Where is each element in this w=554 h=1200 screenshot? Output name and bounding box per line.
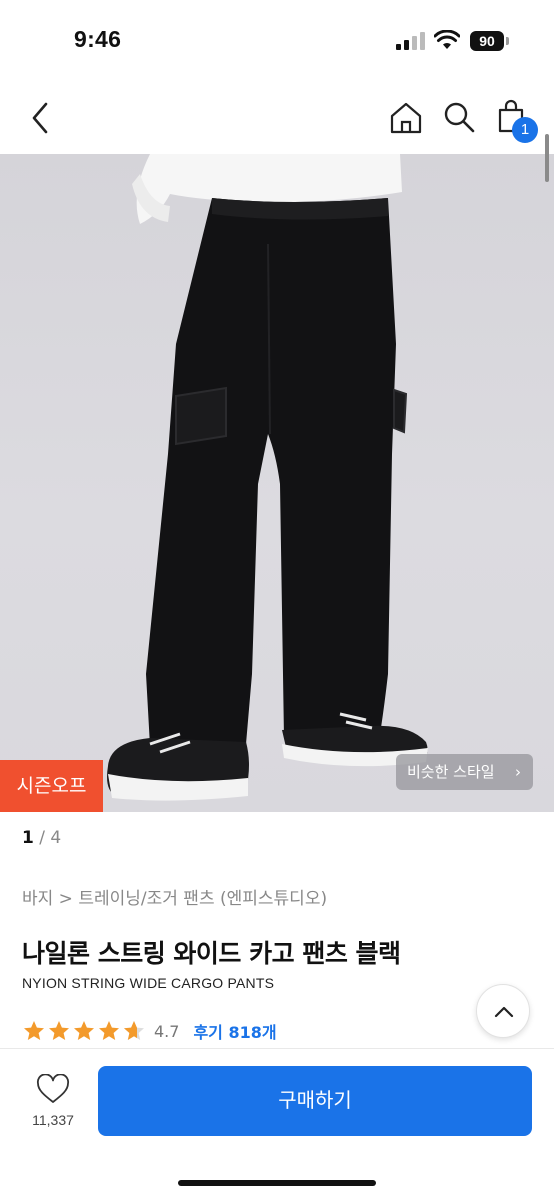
reviews-link[interactable]: 후기 818개 (193, 1019, 276, 1043)
star-icon (99, 1021, 119, 1040)
star-icon (74, 1021, 94, 1040)
scroll-to-top-button[interactable] (476, 984, 530, 1038)
like-count: 11,337 (32, 1112, 74, 1128)
search-icon[interactable] (442, 100, 476, 134)
battery-level: 90 (470, 31, 504, 51)
chevron-left-icon[interactable] (26, 100, 56, 136)
star-rating (22, 1019, 146, 1043)
home-indicator (178, 1180, 376, 1186)
product-title: 나일론 스트링 와이드 카고 팬츠 블랙 (22, 939, 401, 968)
buy-button[interactable]: 구매하기 (98, 1066, 532, 1136)
rating-value: 4.7 (154, 1021, 180, 1041)
wifi-icon (434, 30, 460, 49)
star-icon (24, 1021, 44, 1040)
chevron-right-icon: › (515, 763, 521, 781)
heart-icon (36, 1074, 70, 1103)
product-photo (107, 154, 428, 801)
similar-style-button[interactable]: 비슷한 스타일 › (396, 754, 533, 790)
pager-current: 1 (22, 828, 34, 848)
image-pager: 1 / 4 (22, 828, 61, 848)
home-icon[interactable] (388, 100, 424, 136)
similar-style-label: 비슷한 스타일 (407, 763, 495, 781)
product-subtitle: NYION STRING WIDE CARGO PANTS (22, 975, 275, 991)
battery-icon: 90 (470, 31, 510, 51)
like-button[interactable]: 11,337 (26, 1074, 80, 1134)
cart-count-badge: 1 (512, 117, 538, 143)
status-bar: 9:46 90 (0, 0, 554, 80)
star-icon (49, 1021, 69, 1040)
cellular-signal-icon (396, 32, 425, 50)
chevron-up-icon (494, 1006, 514, 1018)
status-time: 9:46 (74, 26, 122, 52)
pager-total: / 4 (33, 828, 62, 848)
star-half-icon (124, 1021, 144, 1040)
breadcrumb[interactable]: 바지 > 트레이닝/조거 팬츠 (엔피스튜디오) (22, 884, 327, 909)
season-off-badge: 시즌오프 (0, 760, 103, 812)
rating-row: 4.7 후기 818개 (22, 1018, 277, 1044)
product-image[interactable] (0, 154, 554, 812)
top-nav (0, 88, 554, 152)
scroll-indicator (545, 134, 549, 182)
